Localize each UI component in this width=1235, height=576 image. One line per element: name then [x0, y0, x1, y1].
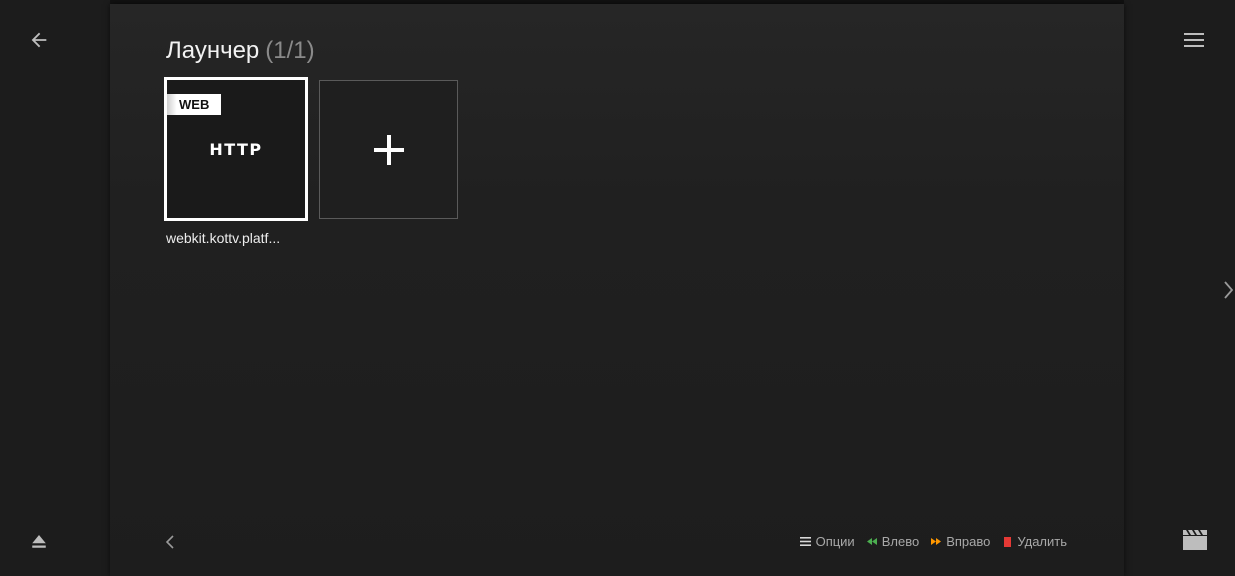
menu-lines-icon [800, 536, 812, 548]
hint-left[interactable]: Влево [866, 534, 919, 549]
title-text: Лаунчер [166, 37, 260, 64]
app-tile-webkit[interactable]: WEB HTTP [164, 77, 308, 221]
clapperboard-icon [1183, 530, 1207, 550]
hint-left-label: Влево [881, 534, 920, 549]
hint-delete[interactable]: Удалить [1001, 534, 1067, 549]
hint-right[interactable]: Вправо [930, 534, 990, 549]
back-button[interactable] [26, 27, 52, 53]
eject-button[interactable] [28, 530, 50, 552]
launcher-panel: Лаунчер (1/1) WEB HTTP webkit.kottv.platf… [110, 4, 1124, 576]
hamburger-menu-icon [1184, 33, 1204, 47]
page-title: Лаунчер (1/1) [166, 37, 315, 65]
rewind-icon [866, 536, 878, 548]
title-count: (1/1) [265, 37, 315, 64]
arrow-left-icon [31, 32, 47, 48]
next-page-button[interactable] [1222, 278, 1235, 302]
fast-forward-icon [930, 536, 942, 548]
add-app-tile[interactable] [319, 80, 458, 219]
chevron-left-icon [166, 535, 174, 549]
app-tile-caption: webkit.kottv.platf... [166, 230, 281, 246]
hint-right-label: Вправо [946, 534, 991, 549]
menu-button[interactable] [1181, 28, 1207, 52]
prev-page-button[interactable] [162, 532, 178, 552]
chevron-right-icon [1223, 281, 1233, 299]
hint-options-label: Опции [815, 534, 855, 549]
square-icon [1001, 536, 1013, 548]
right-rail [1124, 0, 1235, 576]
hint-delete-label: Удалить [1017, 534, 1067, 549]
hint-options[interactable]: Опции [800, 534, 855, 549]
key-hints: Опции Влево Вправо Удалить [800, 534, 1067, 549]
http-logo: HTTP [209, 140, 263, 159]
clapperboard-button[interactable] [1181, 527, 1209, 553]
web-badge: WEB [167, 94, 221, 115]
eject-icon [32, 535, 46, 548]
left-rail [0, 0, 110, 576]
plus-icon [373, 134, 404, 165]
